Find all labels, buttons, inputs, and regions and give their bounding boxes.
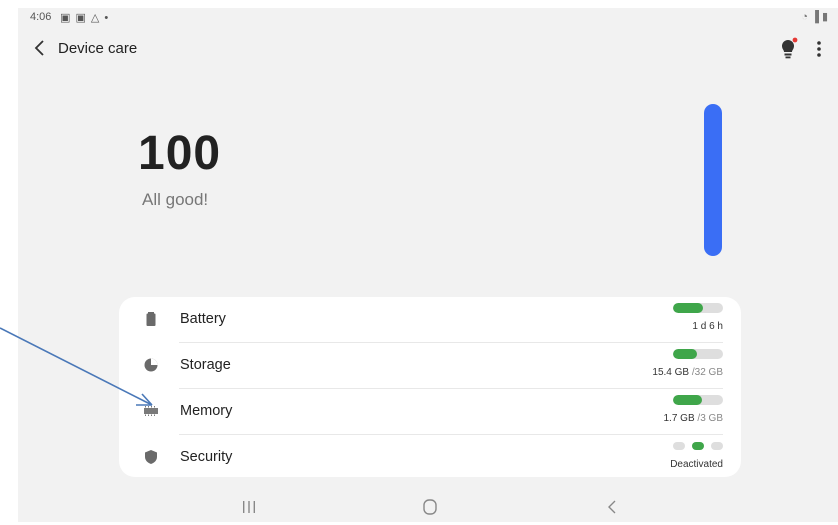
storage-label: Storage [180,357,231,373]
state-dot-active [692,442,704,450]
status-time: 4:06 [30,11,52,23]
recents-icon [243,501,255,513]
storage-meter-fill [673,349,697,359]
more-options-button[interactable] [810,36,828,62]
signal-battery-icons: ◔ ▐ ▮ [801,11,828,23]
score-status-text: All good! [142,190,209,209]
battery-meter-fill [673,303,703,313]
home-icon [423,499,437,515]
shield-icon [145,450,157,464]
memory-meter [673,395,723,405]
memory-total: /3 GB [694,413,723,424]
storage-pie-icon [144,358,158,372]
tips-button[interactable] [778,36,800,62]
more-vertical-icon [817,41,821,57]
security-label: Security [180,449,233,465]
storage-total: /32 GB [689,367,723,378]
lightbulb-icon [782,37,798,59]
back-icon [608,500,616,514]
memory-used: 1.7 GB [663,413,695,424]
device-care-card: Battery 1 d 6 h Storage 15.4 GB /32 GB M… [119,297,741,477]
device-score: 100 [138,127,222,180]
security-row[interactable]: Security Deactivated [119,435,741,481]
state-dot [711,442,723,450]
storage-value: 15.4 GB /32 GB [652,367,723,378]
state-dot [673,442,685,450]
battery-row[interactable]: Battery 1 d 6 h [119,297,741,343]
memory-meter-fill [673,395,702,405]
score-level-bar [704,104,722,256]
navigation-bar [18,494,838,522]
battery-value: 1 d 6 h [692,321,723,332]
memory-label: Memory [180,403,233,419]
battery-meter [673,303,723,313]
security-status: Deactivated [670,459,723,470]
home-button[interactable] [415,496,445,518]
battery-label: Battery [180,311,226,327]
device-care-screen: 4:06 ▣ ▣ △ • ◔ ▐ ▮ Device care 100 All g… [18,8,838,522]
battery-icon [146,312,156,326]
recents-button[interactable] [234,496,264,518]
storage-meter [673,349,723,359]
status-bar: 4:06 ▣ ▣ △ • ◔ ▐ ▮ [18,8,838,28]
storage-used: 15.4 GB [652,367,690,378]
app-header: Device care [18,34,838,66]
memory-value: 1.7 GB /3 GB [664,413,724,424]
storage-row[interactable]: Storage 15.4 GB /32 GB [119,343,741,389]
chevron-left-icon [34,40,44,56]
page-title: Device care [58,40,138,57]
back-button[interactable] [28,36,52,60]
memory-chip-icon [144,406,158,416]
security-state-dots [673,441,723,451]
battery-time-remaining: 1 d 6 h [692,321,723,332]
nav-back-button[interactable] [597,496,627,518]
notification-icons: ▣ ▣ △ • [60,12,110,24]
memory-row[interactable]: Memory 1.7 GB /3 GB [119,389,741,435]
